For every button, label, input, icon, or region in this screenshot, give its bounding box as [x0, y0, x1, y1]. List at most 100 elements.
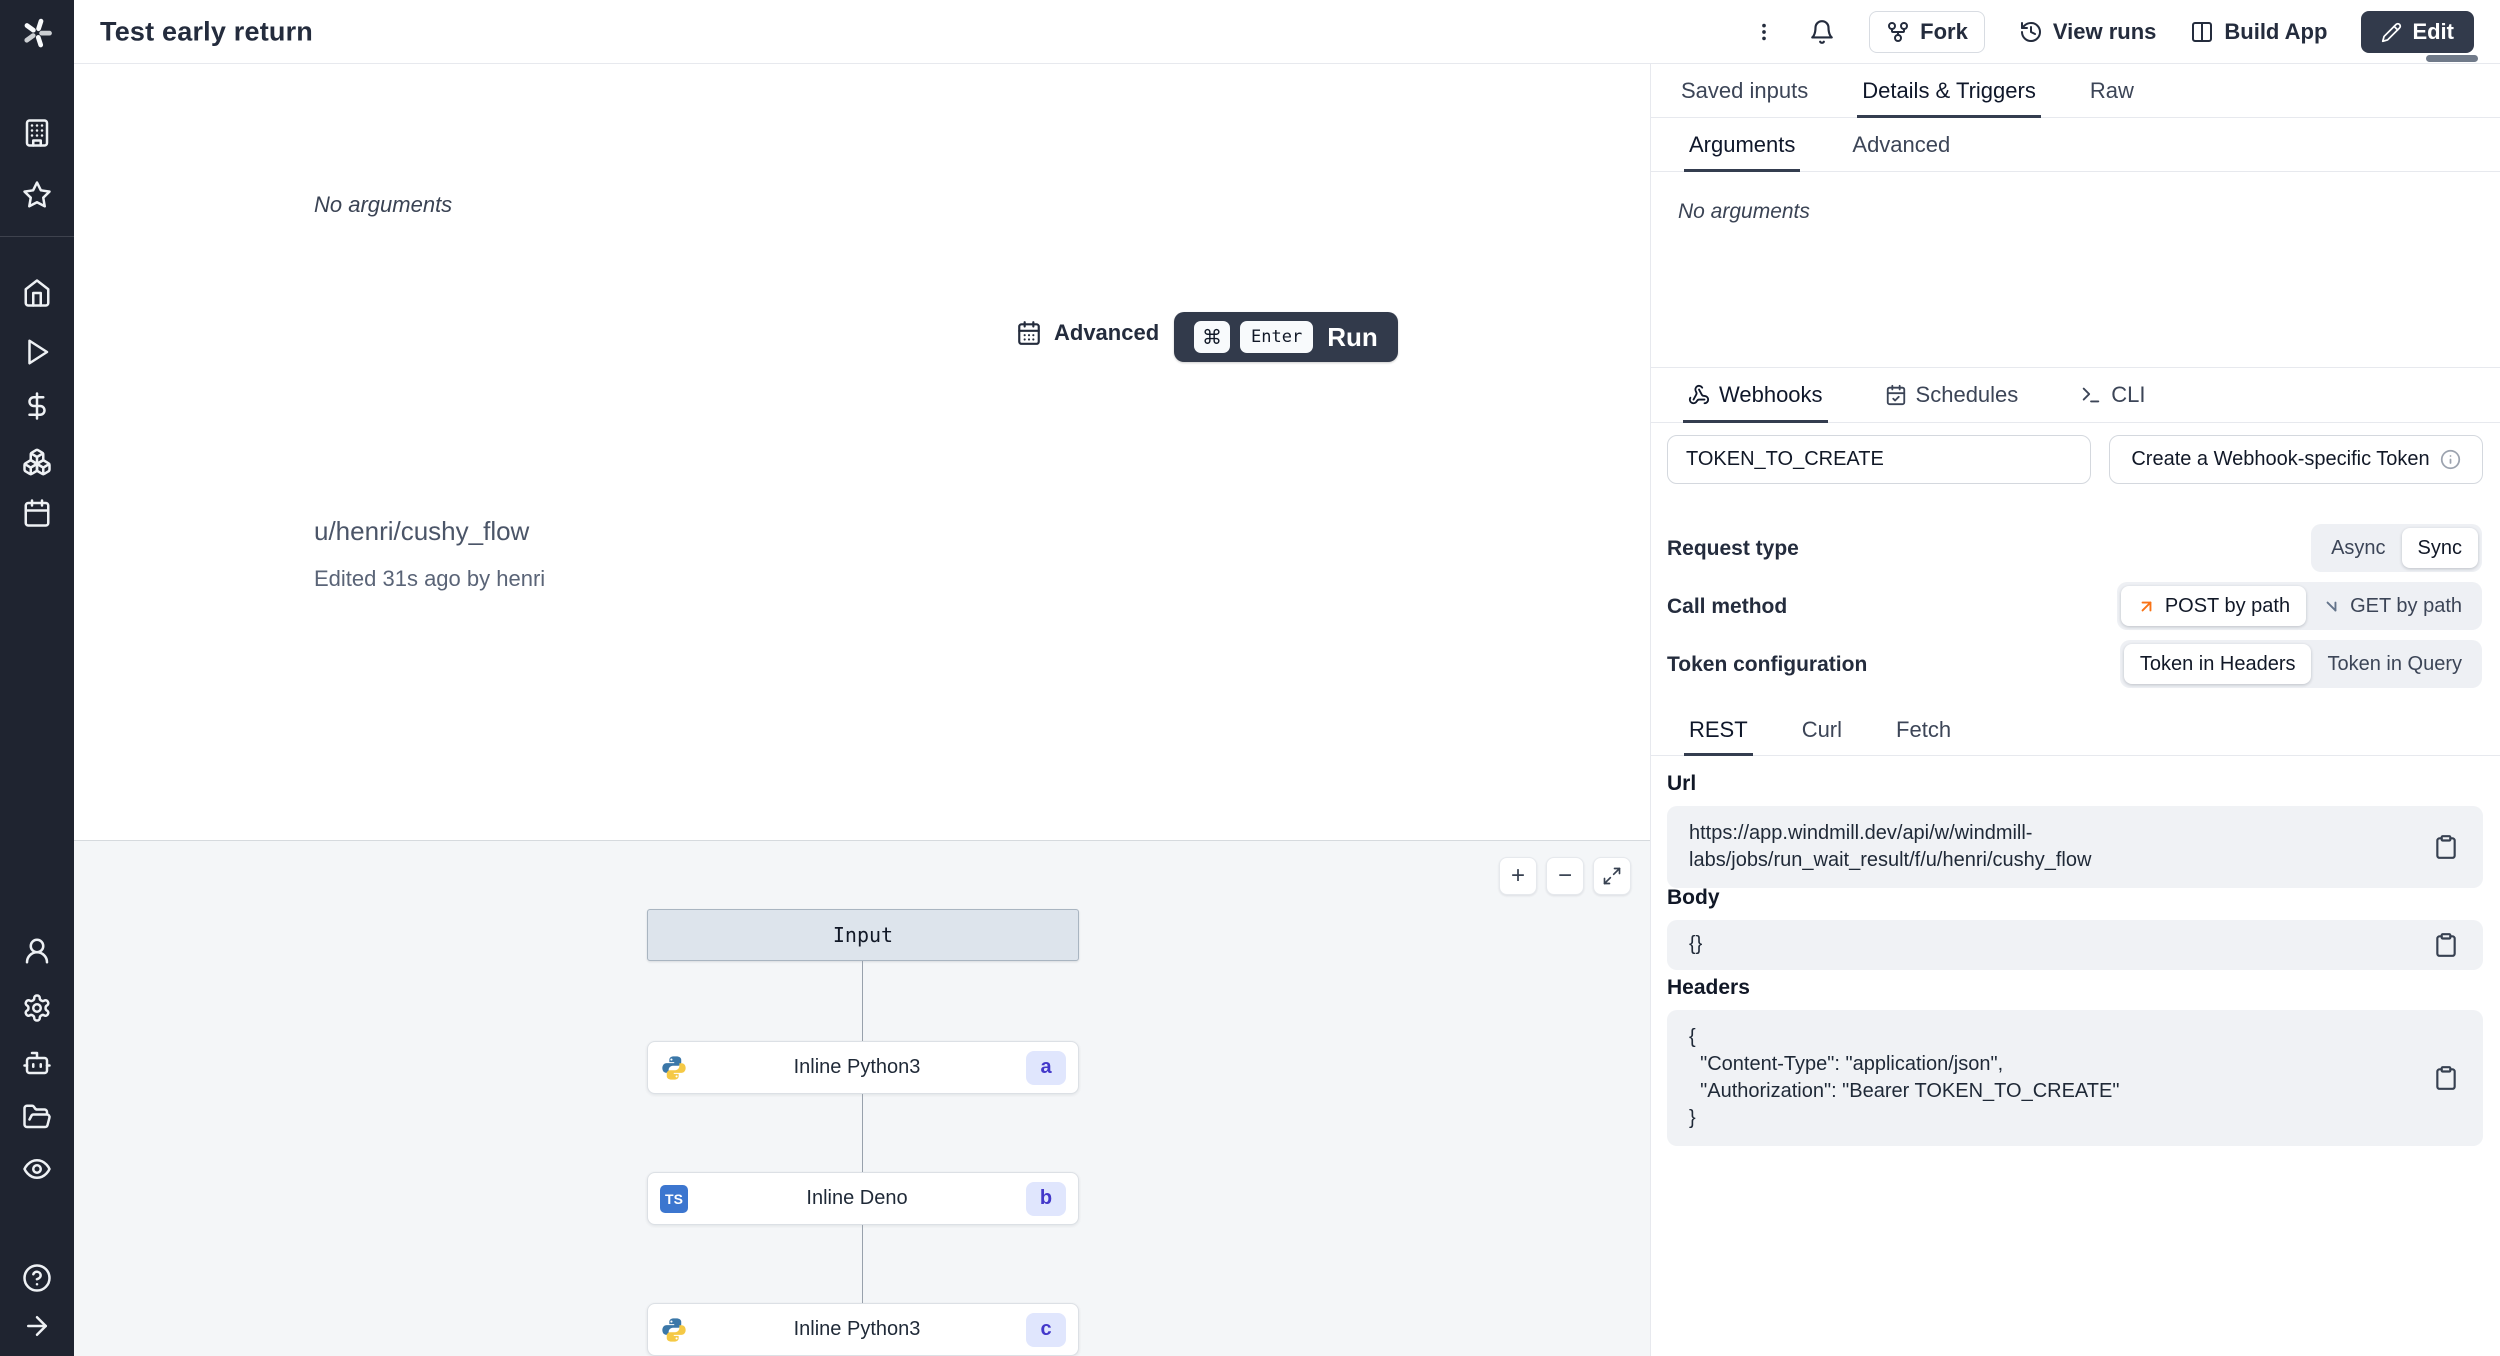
- help-icon[interactable]: [22, 1263, 52, 1293]
- flow-graph: + − Input Inline Python3 a TS Inline Den…: [74, 840, 1650, 1356]
- call-method-label: Call method: [1667, 595, 1788, 618]
- cmd-key-badge: ⌘: [1194, 321, 1230, 353]
- terminal-icon: [2080, 384, 2102, 406]
- panel-no-arguments-text: No arguments: [1678, 200, 1810, 223]
- columns-icon: [2190, 20, 2214, 44]
- token-config-label: Token configuration: [1667, 653, 1868, 676]
- windmill-logo-icon[interactable]: [18, 14, 56, 52]
- user-icon[interactable]: [22, 936, 52, 966]
- arrow-down-right-icon: [2322, 597, 2341, 616]
- node-id-badge: a: [1026, 1050, 1066, 1085]
- trigger-tabs: Webhooks Schedules CLI: [1651, 367, 2500, 423]
- workspace-icon[interactable]: [22, 118, 52, 148]
- bell-icon[interactable]: [1809, 19, 1835, 45]
- runs-play-icon[interactable]: [22, 337, 52, 367]
- graph-node-a[interactable]: Inline Python3 a: [647, 1041, 1079, 1094]
- tab-cli[interactable]: CLI: [2077, 368, 2148, 422]
- scrollbar-thumb[interactable]: [2426, 55, 2478, 62]
- call-method-toggle: POST by path GET by path: [2116, 582, 2482, 630]
- history-icon: [2019, 20, 2043, 44]
- run-button[interactable]: ⌘ Enter Run: [1174, 312, 1398, 362]
- fork-button[interactable]: Fork: [1869, 11, 1985, 53]
- zoom-out-button[interactable]: −: [1546, 857, 1584, 895]
- tab-details-triggers[interactable]: Details & Triggers: [1857, 64, 2041, 118]
- token-input[interactable]: [1667, 435, 2091, 484]
- enter-key-badge: Enter: [1240, 321, 1314, 353]
- no-arguments-text: No arguments: [314, 192, 453, 217]
- view-runs-button[interactable]: View runs: [2018, 19, 2157, 45]
- fork-icon: [1886, 20, 1910, 44]
- resources-boxes-icon[interactable]: [22, 447, 52, 477]
- async-option[interactable]: Async: [2315, 528, 2401, 568]
- sync-option[interactable]: Sync: [2401, 528, 2478, 568]
- tab-advanced[interactable]: Advanced: [1849, 118, 1953, 171]
- tab-webhooks[interactable]: Webhooks: [1683, 368, 1828, 423]
- tab-rest[interactable]: REST: [1684, 704, 1753, 756]
- copy-body-button[interactable]: [2433, 932, 2459, 958]
- header-actions: Fork View runs Build App Edit: [1753, 0, 2500, 64]
- tab-fetch[interactable]: Fetch: [1893, 704, 1954, 755]
- graph-node-c[interactable]: Inline Python3 c: [647, 1303, 1079, 1356]
- headers-label: Headers: [1667, 976, 1750, 999]
- tab-saved-inputs[interactable]: Saved inputs: [1678, 64, 1811, 117]
- variables-dollar-icon[interactable]: [22, 391, 52, 421]
- calendar-days-icon: [1016, 320, 1042, 346]
- arguments-tabs: Arguments Advanced: [1651, 118, 2500, 172]
- edited-info: Edited 31s ago by henri: [314, 566, 546, 591]
- fit-view-button[interactable]: [1593, 857, 1631, 895]
- tab-raw[interactable]: Raw: [2087, 64, 2137, 117]
- copy-url-button[interactable]: [2433, 834, 2459, 860]
- expand-sidebar-arrow-icon[interactable]: [22, 1311, 52, 1341]
- body-box: {}: [1667, 920, 2483, 970]
- url-label: Url: [1667, 772, 1697, 795]
- python-icon: [660, 1316, 688, 1344]
- node-id-badge: b: [1026, 1181, 1066, 1216]
- request-type-toggle: Async Sync: [2311, 524, 2482, 572]
- copy-headers-button[interactable]: [2433, 1065, 2459, 1091]
- tab-arguments[interactable]: Arguments: [1683, 118, 1801, 172]
- info-icon: [2440, 449, 2461, 470]
- tab-curl[interactable]: Curl: [1799, 704, 1845, 755]
- url-box: https://app.windmill.dev/api/w/windmill-…: [1667, 806, 2483, 888]
- post-by-path-option[interactable]: POST by path: [2120, 586, 2307, 626]
- create-webhook-token-button[interactable]: Create a Webhook-specific Token: [2109, 435, 2483, 484]
- zoom-in-button[interactable]: +: [1499, 857, 1537, 895]
- graph-node-input[interactable]: Input: [647, 909, 1079, 961]
- token-in-query-option[interactable]: Token in Query: [2311, 644, 2478, 684]
- typescript-icon: TS: [660, 1184, 688, 1213]
- sidebar-divider: [0, 236, 74, 237]
- arrow-up-right-icon: [2137, 597, 2156, 616]
- get-by-path-option[interactable]: GET by path: [2306, 586, 2478, 626]
- webhook-icon: [1688, 384, 1710, 406]
- panel-tabs: Saved inputs Details & Triggers Raw: [1651, 64, 2500, 118]
- node-id-badge: c: [1026, 1312, 1066, 1347]
- settings-gear-icon[interactable]: [22, 993, 52, 1023]
- maximize-icon: [1602, 866, 1622, 886]
- workers-bot-icon[interactable]: [22, 1048, 52, 1078]
- schedules-calendar-icon[interactable]: [22, 498, 52, 528]
- advanced-button[interactable]: Advanced: [1016, 320, 1159, 346]
- page-title: Test early return: [100, 16, 313, 46]
- windmill-flow-page: Test early return Fork View runs Build A…: [0, 0, 2500, 1356]
- graph-node-b[interactable]: TS Inline Deno b: [647, 1172, 1079, 1225]
- run-label: Run: [1327, 321, 1378, 352]
- favorites-star-icon[interactable]: [22, 180, 52, 210]
- build-app-button[interactable]: Build App: [2190, 19, 2328, 45]
- graph-zoom-controls: + −: [1499, 857, 1631, 895]
- body-label: Body: [1667, 886, 1720, 909]
- test-args-area: No arguments Advanced ⌘ Enter Run u/henr…: [74, 64, 1650, 840]
- kebab-menu-icon[interactable]: [1753, 19, 1775, 45]
- token-in-headers-option[interactable]: Token in Headers: [2123, 644, 2312, 684]
- code-example-tabs: REST Curl Fetch: [1651, 704, 2500, 756]
- calendar-check-icon: [1885, 384, 1907, 406]
- python-icon: [660, 1054, 688, 1082]
- clipboard-icon: [2433, 932, 2459, 958]
- audit-eye-icon[interactable]: [22, 1154, 52, 1184]
- headers-value: { "Content-Type": "application/json", "A…: [1689, 1026, 2120, 1129]
- tab-schedules[interactable]: Schedules: [1882, 368, 2022, 422]
- url-value: https://app.windmill.dev/api/w/windmill-…: [1689, 822, 2092, 871]
- graph-edge: [862, 1094, 863, 1172]
- edit-button[interactable]: Edit: [2361, 11, 2474, 53]
- folders-icon[interactable]: [22, 1102, 52, 1132]
- home-icon[interactable]: [22, 278, 52, 308]
